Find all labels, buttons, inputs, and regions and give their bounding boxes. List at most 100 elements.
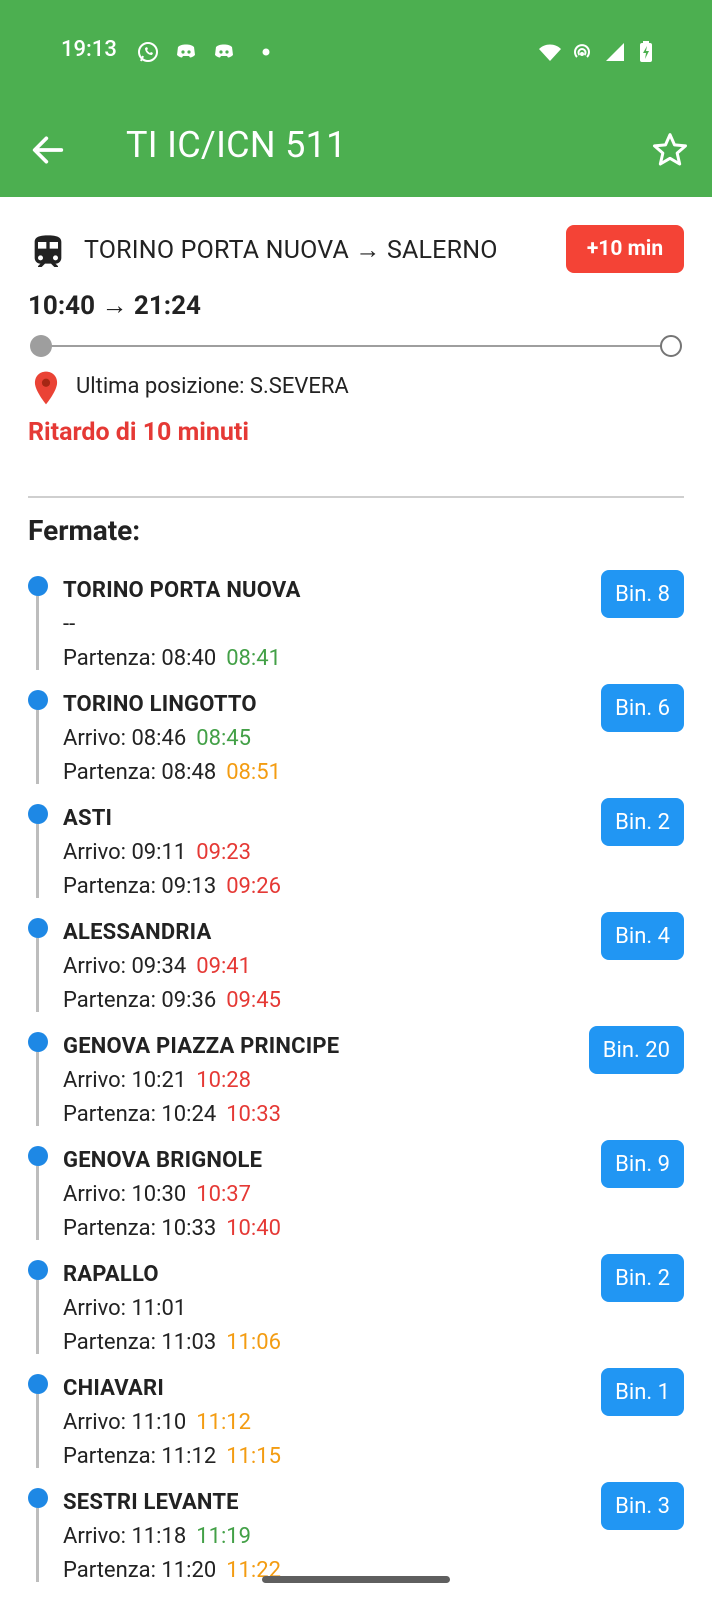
stop-timeline-line <box>36 596 39 670</box>
platform-badge: Bin. 3 <box>601 1482 684 1530</box>
stop-departure: Partenza: 11:12 11:15 <box>63 1444 281 1469</box>
actual-departure: 08:51 <box>226 760 281 785</box>
stop-dot <box>28 804 48 824</box>
stop-name: GENOVA PIAZZA PRINCIPE <box>63 1034 340 1059</box>
stop-timeline-line <box>36 710 39 784</box>
actual-arrival: 11:19 <box>196 1524 252 1549</box>
scheduled-arrival: Arrivo: 11:18 <box>63 1524 187 1549</box>
stop-departure: Partenza: 08:40 08:41 <box>63 646 281 671</box>
stop-name: RAPALLO <box>63 1262 159 1287</box>
stop-item[interactable]: GENOVA PIAZZA PRINCIPE Arrivo: 10:21 10:28… <box>28 1024 684 1138</box>
scheduled-departure: Partenza: 11:20 <box>63 1558 217 1583</box>
scheduled-arrival: Arrivo: 09:11 <box>63 840 187 865</box>
scheduled-arrival: Arrivo: 10:21 <box>63 1068 187 1093</box>
actual-departure: 10:33 <box>226 1102 281 1127</box>
stop-timeline-line <box>36 1166 39 1240</box>
stop-arrival: -- <box>63 612 85 637</box>
stop-dot <box>28 576 48 596</box>
actual-departure: 10:40 <box>226 1216 281 1241</box>
toolbar: TI IC/ICN 511 <box>0 110 712 186</box>
stop-item[interactable]: TORINO PORTA NUOVA -- Partenza: 08:40 08:41… <box>28 568 684 682</box>
app-bar: 19:13 TI IC/ICN 511 <box>0 0 712 197</box>
actual-departure: 09:26 <box>226 874 281 899</box>
stop-departure: Partenza: 09:36 09:45 <box>63 988 281 1013</box>
stop-timeline-line <box>36 1280 39 1354</box>
scheduled-departure: Partenza: 09:36 <box>63 988 217 1013</box>
stop-departure: Partenza: 11:03 11:06 <box>63 1330 281 1355</box>
location-pin-icon <box>34 371 58 405</box>
platform-badge: Bin. 1 <box>601 1368 684 1416</box>
stop-dot <box>28 918 48 938</box>
platform-badge: Bin. 8 <box>601 570 684 618</box>
actual-departure: 11:15 <box>226 1444 281 1469</box>
stop-dot <box>28 1488 48 1508</box>
stop-timeline-line <box>36 824 39 898</box>
actual-departure: 09:45 <box>226 988 281 1013</box>
stop-name: CHIAVARI <box>63 1376 164 1401</box>
stop-arrival: Arrivo: 09:11 09:23 <box>63 840 251 865</box>
platform-badge: Bin. 6 <box>601 684 684 732</box>
stop-departure: Partenza: 10:33 10:40 <box>63 1216 281 1241</box>
stop-arrival: Arrivo: 10:21 10:28 <box>63 1068 251 1093</box>
actual-departure: 08:41 <box>226 646 281 671</box>
actual-arrival: 10:37 <box>196 1182 252 1207</box>
stop-name: ASTI <box>63 806 113 831</box>
stop-timeline-line <box>36 938 39 1012</box>
scheduled-arrival: Arrivo: 11:01 <box>63 1296 187 1321</box>
scheduled-arrival: Arrivo: 08:46 <box>63 726 187 751</box>
stop-name: GENOVA BRIGNOLE <box>63 1148 263 1173</box>
platform-badge: Bin. 2 <box>601 798 684 846</box>
actual-arrival: 08:45 <box>196 726 252 751</box>
star-outline-icon[interactable] <box>650 130 690 170</box>
progress-start-dot <box>30 335 52 357</box>
route-text: TORINO PORTA NUOVA → SALERNO <box>84 236 498 265</box>
scheduled-departure: Partenza: 09:13 <box>63 874 217 899</box>
platform-badge: Bin. 4 <box>601 912 684 960</box>
stop-departure: Partenza: 11:20 11:22 <box>63 1558 281 1583</box>
stop-departure: Partenza: 08:48 08:51 <box>63 760 281 785</box>
stop-item[interactable]: TORINO LINGOTTO Arrivo: 08:46 08:45 Partenz… <box>28 682 684 796</box>
stop-departure: Partenza: 10:24 10:33 <box>63 1102 281 1127</box>
delay-text: Ritardo di 10 minuti <box>28 418 249 447</box>
actual-departure: 11:06 <box>226 1330 281 1355</box>
scheduled-departure: Partenza: 08:40 <box>63 646 217 671</box>
stop-item[interactable]: GENOVA BRIGNOLE Arrivo: 10:30 10:37 Partenz… <box>28 1138 684 1252</box>
stop-dot <box>28 1260 48 1280</box>
platform-badge: Bin. 9 <box>601 1140 684 1188</box>
scheduled-departure: Partenza: 10:33 <box>63 1216 217 1241</box>
arrow-back-icon[interactable] <box>28 130 68 170</box>
home-indicator[interactable] <box>262 1576 450 1583</box>
scheduled-departure: Partenza: 08:48 <box>63 760 217 785</box>
status-time: 19:13 <box>61 37 117 62</box>
stop-arrival: Arrivo: 11:10 11:12 <box>63 1410 251 1435</box>
actual-arrival: 09:41 <box>196 954 252 979</box>
stop-item[interactable]: ALESSANDRIA Arrivo: 09:34 09:41 Partenza: 0… <box>28 910 684 1024</box>
wifi-icon <box>539 44 561 61</box>
progress-line <box>48 345 664 347</box>
stop-name: TORINO PORTA NUOVA <box>63 578 301 603</box>
stop-item[interactable]: CHIAVARI Arrivo: 11:10 11:12 Partenza: 11:1… <box>28 1366 684 1480</box>
stop-arrival: Arrivo: 11:18 11:19 <box>63 1524 251 1549</box>
stop-dot <box>28 1032 48 1052</box>
page-title: TI IC/ICN 511 <box>126 124 347 166</box>
scheduled-arrival: Arrivo: 10:30 <box>63 1182 187 1207</box>
stop-arrival: Arrivo: 11:01 <box>63 1296 196 1321</box>
scheduled-departure: Partenza: 10:24 <box>63 1102 217 1127</box>
scheduled-arrival: Arrivo: 09:34 <box>63 954 187 979</box>
platform-badge: Bin. 2 <box>601 1254 684 1302</box>
scheduled-arrival: Arrivo: 11:10 <box>63 1410 187 1435</box>
stop-name: ALESSANDRIA <box>63 920 212 945</box>
stop-item[interactable]: RAPALLO Arrivo: 11:01 Partenza: 11:03 11:06… <box>28 1252 684 1366</box>
dot-icon <box>262 48 270 56</box>
scheduled-departure: Partenza: 11:12 <box>63 1444 217 1469</box>
stop-arrival: Arrivo: 08:46 08:45 <box>63 726 251 751</box>
stop-departure: Partenza: 09:13 09:26 <box>63 874 281 899</box>
train-icon <box>34 235 62 267</box>
stop-item[interactable]: ASTI Arrivo: 09:11 09:23 Partenza: 09:13 09:… <box>28 796 684 910</box>
stop-dot <box>28 1374 48 1394</box>
route-row: TORINO PORTA NUOVA → SALERNO +10 min <box>28 225 684 280</box>
delay-badge: +10 min <box>566 225 684 273</box>
stop-dot <box>28 1146 48 1166</box>
stop-name: TORINO LINGOTTO <box>63 692 257 717</box>
stops-title: Fermate: <box>28 514 141 547</box>
